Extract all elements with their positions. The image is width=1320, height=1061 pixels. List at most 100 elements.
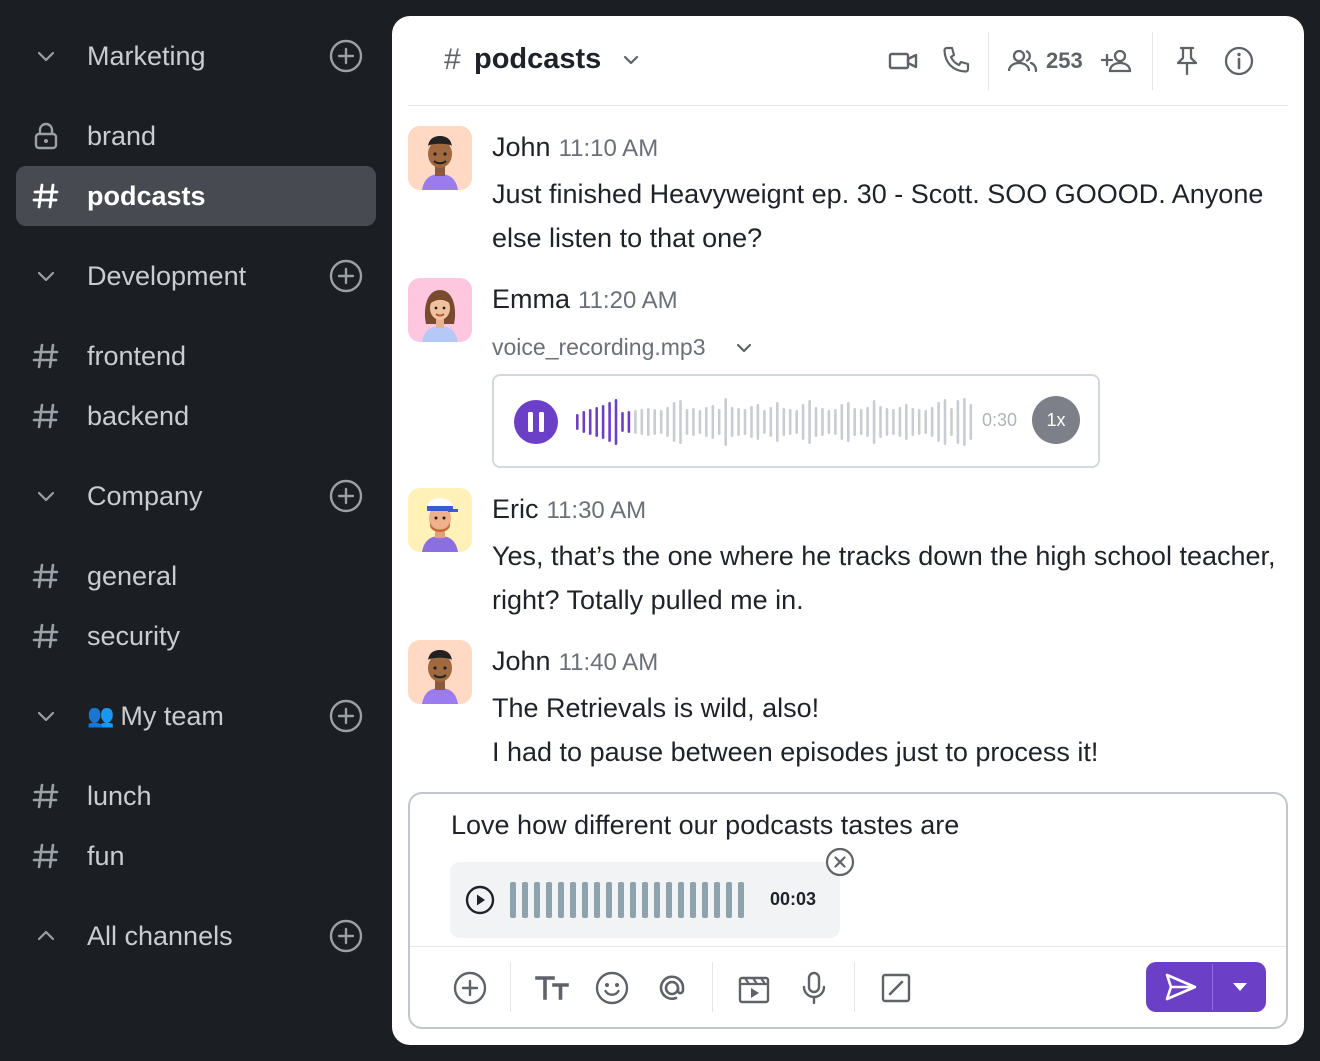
chevron-up-icon	[37, 930, 55, 941]
waveform-bar	[905, 404, 908, 440]
members-icon[interactable]	[1006, 44, 1040, 78]
playback-speed-button[interactable]: 1x	[1032, 396, 1080, 444]
phone-call-icon[interactable]	[938, 44, 972, 78]
pause-button[interactable]	[514, 400, 558, 444]
hash-icon	[32, 783, 59, 809]
group-company[interactable]: Company	[16, 466, 376, 526]
group-marketing[interactable]: Marketing	[16, 26, 376, 86]
author-name[interactable]: Eric	[492, 494, 539, 524]
composer-input[interactable]: Love how different our podcasts tastes a…	[451, 810, 959, 841]
microphone-icon[interactable]	[796, 970, 832, 1006]
waveform-bar	[737, 408, 740, 436]
waveform-bar	[690, 882, 696, 918]
waveform-bar	[666, 882, 672, 918]
pin-icon[interactable]	[1170, 44, 1204, 78]
waveform-bar	[588, 409, 592, 435]
sidebar-item-fun[interactable]: fun	[16, 826, 376, 886]
avatar[interactable]	[408, 488, 472, 552]
people-emoji-icon: 👥	[87, 703, 115, 728]
group-label: Development	[87, 260, 247, 291]
waveform-bar	[576, 414, 579, 430]
sidebar-item-brand[interactable]: brand	[16, 106, 376, 166]
waveform-bar	[640, 409, 644, 435]
slash-command-icon[interactable]	[878, 970, 914, 1006]
message-composer[interactable]: Love how different our podcasts tastes a…	[408, 792, 1288, 1029]
sidebar-item-frontend[interactable]: frontend	[16, 326, 376, 386]
group-development[interactable]: Development	[16, 246, 376, 306]
waveform-bar	[763, 410, 766, 434]
sidebar-item-backend[interactable]: backend	[16, 386, 376, 446]
waveform-bar	[595, 407, 598, 437]
add-channel-icon[interactable]	[328, 478, 364, 514]
waveform-bar	[685, 409, 689, 435]
text-format-icon[interactable]	[534, 970, 570, 1006]
add-channel-icon[interactable]	[328, 698, 364, 734]
member-count[interactable]: 253	[1046, 48, 1083, 74]
sidebar-item-general[interactable]: general	[16, 546, 376, 606]
chevron-down-icon[interactable]	[734, 338, 754, 358]
hash-icon	[32, 403, 59, 429]
hash-icon	[32, 623, 59, 649]
waveform-bar	[608, 402, 611, 442]
group-all-channels[interactable]: All channels	[16, 906, 376, 966]
waveform-bar	[659, 410, 663, 434]
channel-label: frontend	[87, 340, 187, 371]
send-button[interactable]	[1146, 962, 1266, 1012]
waveform-bar	[570, 882, 576, 918]
add-channel-icon[interactable]	[328, 258, 364, 294]
waveform-bar	[717, 409, 721, 435]
send-options-icon[interactable]	[1228, 978, 1252, 996]
timestamp: 11:40 AM	[558, 649, 659, 676]
waveform-bar	[678, 882, 684, 918]
add-channel-icon[interactable]	[328, 918, 364, 954]
waveform-bar	[653, 409, 656, 435]
waveform-bar	[885, 408, 889, 436]
timestamp: 11:10 AM	[558, 135, 659, 162]
sidebar-item-podcasts[interactable]: podcasts	[16, 166, 376, 226]
group-label: 👥 My team	[87, 701, 224, 732]
sidebar-item-lunch[interactable]: lunch	[16, 766, 376, 826]
video-clip-icon[interactable]	[736, 970, 772, 1006]
message-header: John 11:40 AM	[492, 646, 658, 677]
channel-title[interactable]: podcasts	[474, 43, 601, 76]
avatar[interactable]	[408, 126, 472, 190]
group-my-team[interactable]: 👥 My team	[16, 686, 376, 746]
avatar[interactable]	[408, 640, 472, 704]
mention-icon[interactable]	[654, 970, 690, 1006]
audio-waveform[interactable]	[576, 398, 976, 446]
waveform-bar	[801, 404, 805, 440]
add-channel-icon[interactable]	[328, 38, 364, 74]
add-attachment-icon[interactable]	[452, 970, 488, 1006]
toolbar-divider	[712, 962, 713, 1012]
author-name[interactable]: John	[492, 132, 551, 162]
channel-label: backend	[87, 400, 190, 431]
author-name[interactable]: John	[492, 646, 551, 676]
avatar-emma-icon	[422, 290, 458, 342]
author-name[interactable]: Emma	[492, 284, 570, 314]
recording-time: 00:03	[770, 889, 817, 909]
waveform-bar	[969, 404, 973, 440]
emoji-icon[interactable]	[594, 970, 630, 1006]
waveform-bar	[546, 882, 552, 918]
waveform-bar	[814, 407, 818, 437]
close-icon[interactable]	[824, 846, 856, 878]
waveform-bar	[647, 408, 650, 436]
header-divider	[988, 32, 989, 90]
waveform-bar	[950, 408, 953, 436]
avatar-john-icon	[422, 136, 458, 190]
channel-label: security	[87, 620, 181, 651]
sidebar-item-security[interactable]: security	[16, 606, 376, 666]
waveform-bar	[606, 882, 612, 918]
waveform-bar	[582, 411, 586, 433]
play-icon[interactable]	[464, 884, 496, 916]
header-divider	[1152, 32, 1153, 90]
waveform-bar	[672, 402, 676, 442]
attachment-filename[interactable]: voice_recording.mp3	[492, 334, 706, 361]
add-member-icon[interactable]	[1100, 44, 1134, 78]
video-call-icon[interactable]	[886, 44, 920, 78]
info-icon[interactable]	[1222, 44, 1256, 78]
avatar[interactable]	[408, 278, 472, 342]
waveform-bar	[594, 882, 600, 918]
waveform-bar	[654, 882, 660, 918]
chevron-down-icon[interactable]	[620, 49, 642, 71]
